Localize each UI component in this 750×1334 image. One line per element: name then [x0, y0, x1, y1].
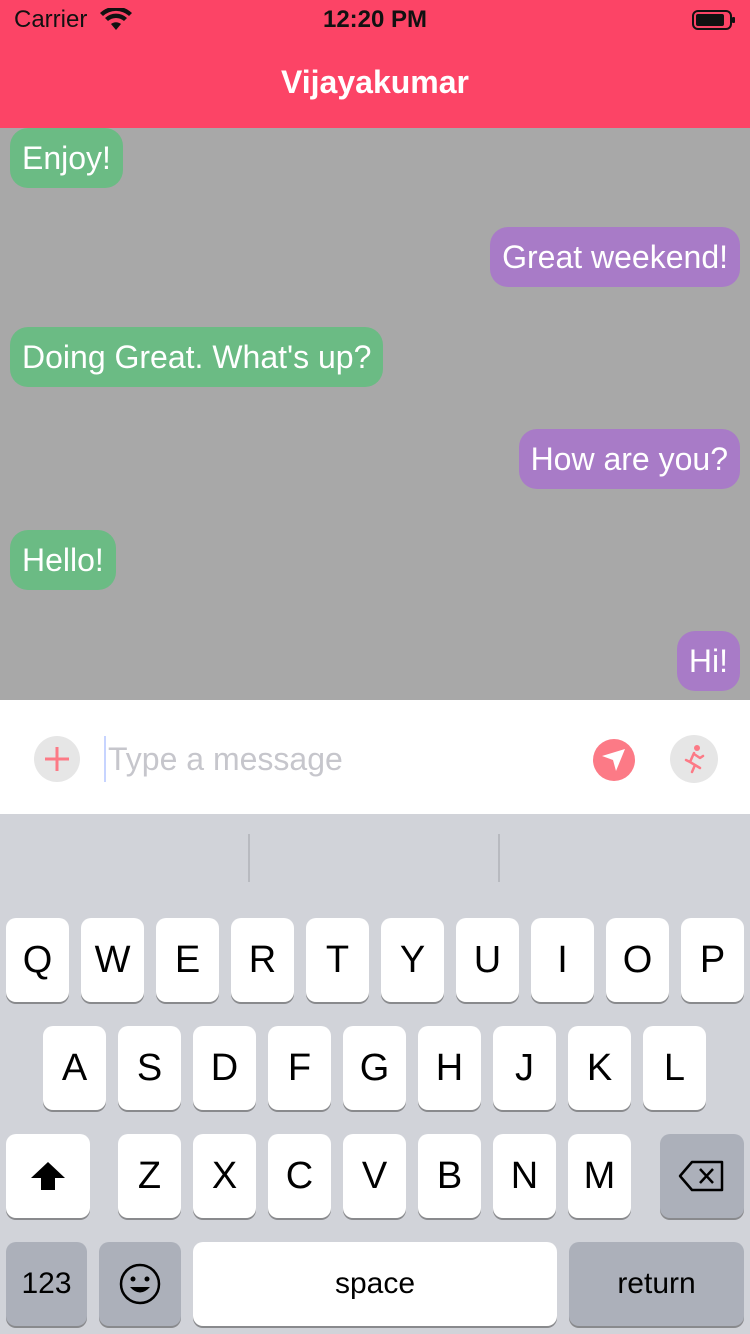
- key-l[interactable]: L: [643, 1026, 706, 1110]
- chat-title: Vijayakumar: [281, 64, 469, 100]
- shift-icon: [31, 1162, 65, 1190]
- key-r[interactable]: R: [231, 918, 294, 1002]
- key-k[interactable]: K: [568, 1026, 631, 1110]
- send-button[interactable]: [592, 738, 636, 787]
- message-input[interactable]: [108, 738, 568, 780]
- message-bubble-outgoing: Great weekend!: [490, 227, 740, 287]
- text-cursor: [104, 736, 106, 782]
- key-a[interactable]: A: [43, 1026, 106, 1110]
- message-bubble-incoming: Enjoy!: [10, 128, 123, 188]
- running-person-icon: [684, 745, 705, 774]
- shift-key[interactable]: [6, 1134, 90, 1218]
- key-v[interactable]: V: [343, 1134, 406, 1218]
- key-z[interactable]: Z: [118, 1134, 181, 1218]
- key-b[interactable]: B: [418, 1134, 481, 1218]
- key-y[interactable]: Y: [381, 918, 444, 1002]
- key-i[interactable]: I: [531, 918, 594, 1002]
- clock: 12:20 PM: [322, 6, 428, 33]
- key-h[interactable]: H: [418, 1026, 481, 1110]
- key-s[interactable]: S: [118, 1026, 181, 1110]
- key-x[interactable]: X: [193, 1134, 256, 1218]
- message-bubble-incoming: Hello!: [10, 530, 116, 590]
- key-q[interactable]: Q: [6, 918, 69, 1002]
- send-icon: [593, 739, 635, 781]
- add-attachment-button[interactable]: [34, 736, 80, 782]
- key-p[interactable]: P: [681, 918, 744, 1002]
- key-o[interactable]: O: [606, 918, 669, 1002]
- backspace-icon: [678, 1160, 724, 1192]
- numbers-key[interactable]: 123: [6, 1242, 87, 1326]
- plus-icon: [45, 747, 69, 771]
- key-w[interactable]: W: [81, 918, 144, 1002]
- space-key[interactable]: space: [193, 1242, 557, 1326]
- app-header: Carrier 12:20 PM Vijayakumar: [0, 0, 750, 128]
- message-bubble-outgoing: How are you?: [518, 429, 740, 489]
- status-bar: Carrier 12:20 PM: [0, 0, 750, 40]
- message-composer: [0, 700, 750, 814]
- delete-key[interactable]: [660, 1134, 744, 1218]
- key-g[interactable]: G: [343, 1026, 406, 1110]
- return-key[interactable]: return: [569, 1242, 744, 1326]
- key-j[interactable]: J: [493, 1026, 556, 1110]
- key-d[interactable]: D: [193, 1026, 256, 1110]
- message-list[interactable]: Enjoy! Great weekend! Doing Great. What'…: [0, 128, 750, 700]
- suggestion-divider: [498, 834, 500, 882]
- activity-button[interactable]: [670, 735, 718, 783]
- key-t[interactable]: T: [306, 918, 369, 1002]
- key-f[interactable]: F: [268, 1026, 331, 1110]
- emoji-icon: [119, 1263, 161, 1305]
- keyboard: Q W E R T Y U I O P A S D F G H J K L Z …: [0, 814, 750, 1334]
- message-bubble-outgoing: Hi!: [676, 631, 740, 691]
- key-n[interactable]: N: [493, 1134, 556, 1218]
- key-u[interactable]: U: [456, 918, 519, 1002]
- battery-icon: [692, 10, 735, 30]
- key-m[interactable]: M: [568, 1134, 631, 1218]
- suggestion-divider: [248, 834, 250, 882]
- emoji-key[interactable]: [99, 1242, 181, 1326]
- key-e[interactable]: E: [156, 918, 219, 1002]
- message-bubble-incoming: Doing Great. What's up?: [10, 327, 384, 387]
- key-c[interactable]: C: [268, 1134, 331, 1218]
